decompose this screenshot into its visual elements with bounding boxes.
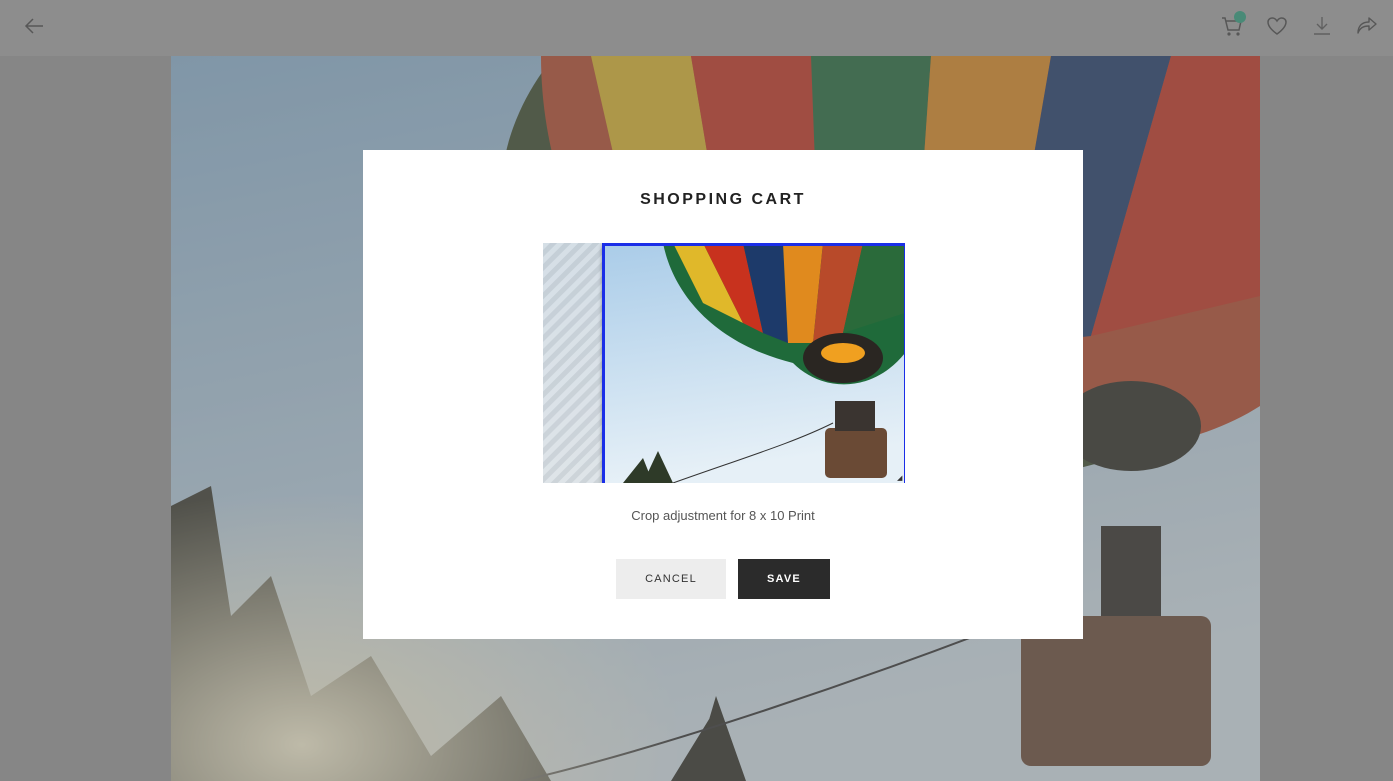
download-button[interactable] bbox=[1306, 10, 1338, 42]
crop-editor[interactable]: ◢ bbox=[543, 243, 905, 483]
modal-title: SHOPPING CART bbox=[640, 191, 806, 208]
resize-handle-icon[interactable]: ◢ bbox=[897, 475, 903, 482]
download-icon bbox=[1314, 17, 1330, 35]
arrow-left-icon bbox=[24, 18, 43, 34]
crop-frame[interactable]: ◢ bbox=[602, 243, 905, 483]
crop-caption: Crop adjustment for 8 x 10 Print bbox=[631, 508, 815, 523]
favorite-button[interactable] bbox=[1261, 10, 1293, 42]
back-button[interactable] bbox=[18, 10, 50, 42]
save-button[interactable]: SAVE bbox=[738, 559, 830, 599]
shopping-cart-modal: SHOPPING CART ◢ Crop adjustment for 8 x … bbox=[363, 150, 1083, 639]
heart-icon bbox=[1267, 17, 1287, 35]
cart-badge bbox=[1234, 11, 1246, 23]
top-toolbar bbox=[0, 0, 1393, 56]
cart-button[interactable] bbox=[1216, 10, 1248, 42]
share-button[interactable] bbox=[1351, 10, 1383, 42]
cancel-button[interactable]: CANCEL bbox=[616, 559, 726, 599]
share-icon bbox=[1357, 17, 1377, 34]
